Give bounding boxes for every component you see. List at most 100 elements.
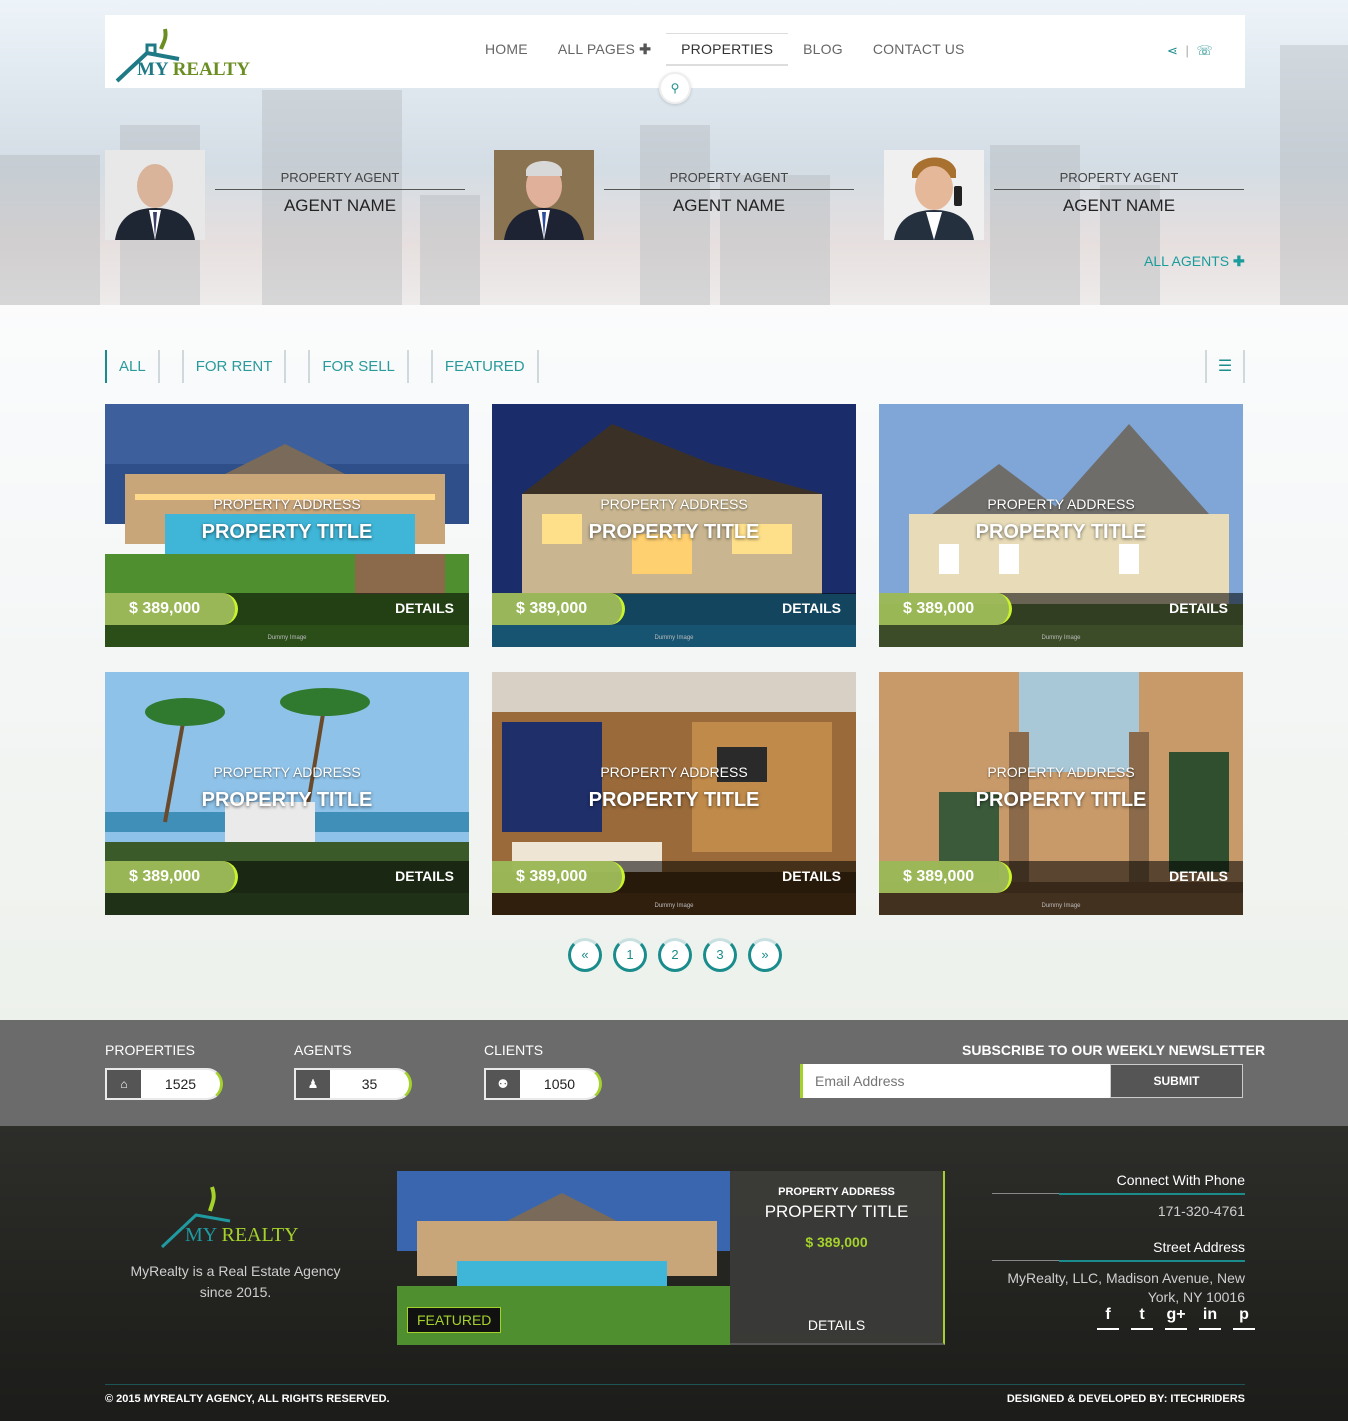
agent-photo: [494, 150, 594, 240]
agent-name: AGENT NAME: [283, 196, 397, 215]
property-title: PROPERTY TITLE: [588, 521, 760, 543]
pagination-page-3[interactable]: 3: [703, 938, 737, 972]
nav-icons: ⋖ | ☏: [1167, 43, 1213, 59]
property-title: PROPERTY TITLE: [588, 789, 760, 811]
property-price: $ 389,000: [492, 861, 625, 893]
designed-by: DESIGNED & DEVELOPED BY: ITECHRIDERS: [1006, 1393, 1245, 1405]
stat-value: 35: [361, 1076, 378, 1092]
property-price: $ 389,000: [105, 861, 238, 893]
footer-about: MyRealty is a Real Estate Agency since 2…: [130, 1263, 341, 1300]
nav-contact-us[interactable]: CONTACT US: [873, 41, 965, 66]
featured-property-title: PROPERTY TITLE: [764, 1202, 909, 1221]
stat-label: CLIENTS: [484, 1042, 544, 1058]
phone-heading: Connect With Phone: [992, 1172, 1245, 1195]
all-agents-link[interactable]: ALL AGENTS ✚: [1144, 253, 1245, 270]
submit-button[interactable]: SUBMIT: [1110, 1064, 1243, 1098]
property-title: PROPERTY TITLE: [975, 789, 1147, 811]
plus-icon: ✚: [639, 41, 652, 57]
image-caption: Dummy Image: [879, 893, 1243, 915]
featured-property-info: PROPERTY ADDRESS PROPERTY TITLE $ 389,00…: [730, 1171, 945, 1345]
details-link[interactable]: DETAILS: [395, 868, 454, 884]
filter-all[interactable]: ALL: [105, 350, 160, 383]
nav-all-pages[interactable]: ALL PAGES ✚: [558, 41, 651, 66]
agent-card[interactable]: PROPERTY AGENT AGENT NAME: [884, 150, 1244, 240]
stat-value: 1525: [164, 1076, 197, 1092]
property-card[interactable]: PROPERTY ADDRESS PROPERTY TITLE $ 389,00…: [105, 672, 469, 915]
phone-icon[interactable]: ☏: [1197, 43, 1213, 58]
group-icon: ⚉: [486, 1070, 520, 1098]
agent-name: AGENT NAME: [1062, 196, 1176, 215]
agent-card[interactable]: PROPERTY AGENT AGENT NAME: [105, 150, 465, 240]
stats-bar: PROPERTIES ⌂ 1525 AGENTS ♟ 35 CLIENTS ⚉ 105…: [0, 1020, 1348, 1126]
footer-contact: Connect With Phone 171-320-4761 Street A…: [992, 1172, 1245, 1325]
details-link[interactable]: DETAILS: [782, 868, 841, 884]
property-price: $ 389,000: [105, 593, 238, 625]
brand-name: MY REALTY: [137, 59, 251, 80]
property-card[interactable]: PROPERTY ADDRESS PROPERTY TITLE $ 389,00…: [879, 404, 1243, 647]
list-icon: ☰: [1217, 358, 1233, 375]
pagination-next[interactable]: »: [748, 938, 782, 972]
twitter-icon[interactable]: t: [1131, 1306, 1153, 1330]
property-card[interactable]: PROPERTY ADDRESS PROPERTY TITLE $ 389,00…: [105, 404, 469, 647]
nav-home[interactable]: HOME: [485, 41, 528, 66]
search-icon: ⚲: [670, 81, 680, 95]
agent-role: PROPERTY AGENT: [994, 170, 1244, 190]
email-field[interactable]: [800, 1064, 1110, 1098]
property-address: PROPERTY ADDRESS: [987, 496, 1135, 512]
details-link[interactable]: DETAILS: [782, 600, 841, 616]
image-caption: [105, 893, 469, 915]
filter-for-sell[interactable]: FOR SELL: [308, 350, 409, 383]
property-title: PROPERTY TITLE: [201, 789, 373, 811]
newsletter-title: SUBSCRIBE TO OUR WEEKLY NEWSLETTER: [962, 1042, 1266, 1058]
property-title: PROPERTY TITLE: [975, 521, 1147, 543]
agent-photo: [105, 150, 205, 240]
property-card[interactable]: PROPERTY ADDRESS PROPERTY TITLE $ 389,00…: [879, 672, 1243, 915]
details-link[interactable]: DETAILS: [395, 600, 454, 616]
main-nav: HOME ALL PAGES ✚ PROPERTIES BLOG CONTACT…: [485, 33, 995, 66]
stat-label: AGENTS: [294, 1042, 352, 1058]
facebook-icon[interactable]: f: [1097, 1306, 1119, 1330]
property-card[interactable]: PROPERTY ADDRESS PROPERTY TITLE $ 389,00…: [492, 672, 856, 915]
image-caption: Dummy Image: [492, 893, 856, 915]
plus-icon: ✚: [1232, 253, 1245, 269]
nav-divider: |: [1185, 43, 1189, 58]
pagination-page-1[interactable]: 1: [613, 938, 647, 972]
property-address: PROPERTY ADDRESS: [213, 496, 361, 512]
nav-blog[interactable]: BLOG: [803, 41, 843, 66]
pagination-prev[interactable]: «: [568, 938, 602, 972]
details-link[interactable]: DETAILS: [1169, 600, 1228, 616]
list-view-button[interactable]: ☰: [1205, 350, 1245, 383]
property-card[interactable]: PROPERTY ADDRESS PROPERTY TITLE $ 389,00…: [492, 404, 856, 647]
featured-badge: FEATURED: [407, 1307, 502, 1333]
search-button[interactable]: ⚲: [659, 72, 691, 104]
agent-card[interactable]: PROPERTY AGENT AGENT NAME: [494, 150, 854, 240]
stat-label: PROPERTIES: [105, 1042, 195, 1058]
featured-property-address: PROPERTY ADDRESS: [778, 1186, 895, 1198]
agent-name: AGENT NAME: [672, 196, 786, 215]
google-plus-icon[interactable]: g+: [1165, 1306, 1187, 1330]
image-caption: Dummy Image: [492, 625, 856, 647]
home-icon: ⌂: [107, 1070, 141, 1098]
linkedin-icon[interactable]: in: [1199, 1306, 1221, 1330]
address-heading: Street Address: [992, 1239, 1245, 1262]
footer-divider: [105, 1384, 1245, 1385]
featured-property-card[interactable]: FEATURED PROPERTY ADDRESS PROPERTY TITLE…: [397, 1171, 945, 1345]
share-icon[interactable]: ⋖: [1167, 43, 1178, 58]
pagination: « 1 2 3 »: [568, 938, 793, 972]
filter-featured[interactable]: FEATURED: [430, 350, 539, 383]
property-address: PROPERTY ADDRESS: [987, 764, 1135, 780]
stat-properties: PROPERTIES ⌂ 1525: [105, 1042, 235, 1100]
pinterest-icon[interactable]: p: [1233, 1306, 1255, 1330]
nav-properties[interactable]: PROPERTIES: [666, 33, 789, 66]
property-filters: ALL FOR RENT FOR SELL FEATURED: [105, 350, 561, 383]
property-price: $ 389,000: [879, 593, 1012, 625]
image-caption: Dummy Image: [105, 625, 469, 647]
featured-details-link[interactable]: DETAILS: [730, 1317, 943, 1333]
property-price: $ 389,000: [879, 861, 1012, 893]
property-price: $ 389,000: [492, 593, 625, 625]
property-address: PROPERTY ADDRESS: [600, 496, 748, 512]
pagination-page-2[interactable]: 2: [658, 938, 692, 972]
details-link[interactable]: DETAILS: [1169, 868, 1228, 884]
filter-for-rent[interactable]: FOR RENT: [181, 350, 287, 383]
image-caption: Dummy Image: [879, 625, 1243, 647]
